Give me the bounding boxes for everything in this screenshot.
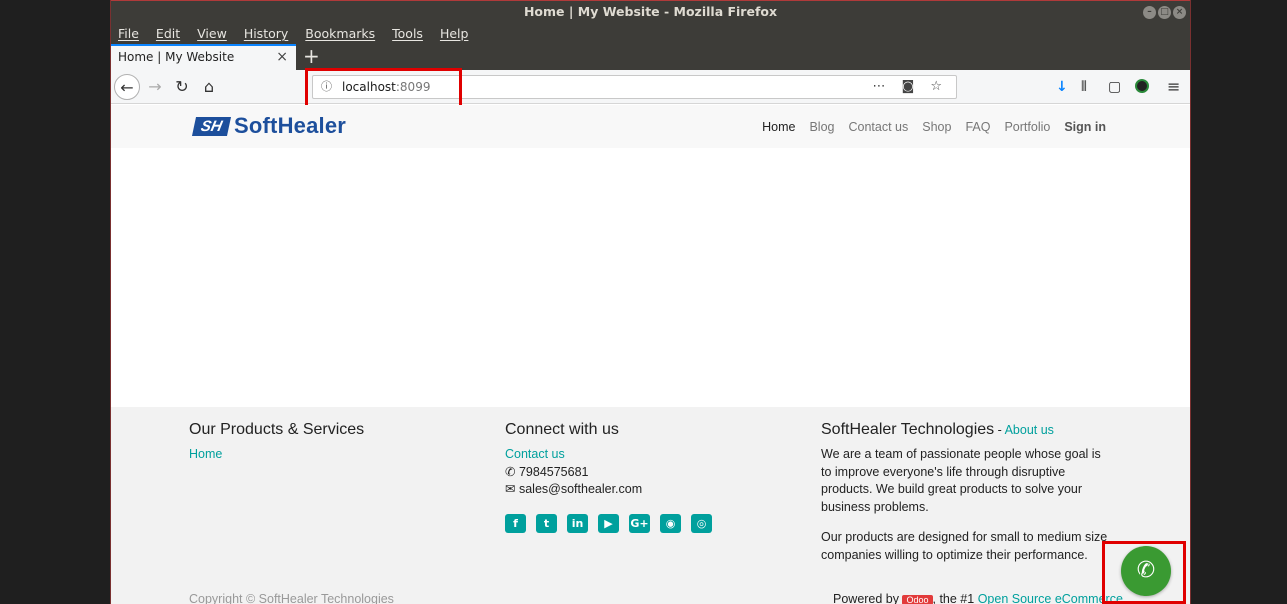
footer-about-heading: SoftHealer Technologies - About us: [821, 421, 1111, 439]
nav-faq[interactable]: FAQ: [965, 120, 990, 134]
url-highlight-box: [305, 68, 462, 108]
url-actions-icon[interactable]: ⋯ ◙ ☆: [872, 76, 948, 98]
tab-bar: Home | My Website × +: [111, 44, 1190, 70]
phone-number: 7984575681: [518, 464, 589, 479]
menu-view[interactable]: View: [197, 23, 235, 44]
phone-icon: ✆: [505, 464, 516, 479]
email-address: sales@softhealer.com: [518, 482, 643, 496]
tab-home[interactable]: Home | My Website ×: [111, 44, 296, 70]
nav-portfolio[interactable]: Portfolio: [1004, 120, 1050, 134]
menu-bookmarks[interactable]: Bookmarks: [305, 23, 383, 44]
twitter-icon[interactable]: t: [536, 513, 557, 533]
footer-connect-heading: Connect with us: [505, 421, 619, 438]
footer-col-products: Our Products & Services Home: [189, 421, 479, 464]
home-button[interactable]: ⌂: [199, 74, 219, 100]
logo-text: SoftHealer: [234, 113, 347, 138]
nav-contact-us[interactable]: Contact us: [848, 120, 908, 134]
footer-email: ✉ sales@softhealer.com: [505, 481, 795, 499]
title-bar: Home | My Website - Mozilla Firefox – □ …: [111, 0, 1190, 23]
footer-link-contact-us[interactable]: Contact us: [505, 446, 795, 464]
copyright-text: Copyright © SoftHealer Technologies: [189, 592, 394, 604]
hamburger-menu-icon[interactable]: ≡: [1167, 78, 1180, 96]
whatsapp-highlight-box: [1102, 541, 1186, 604]
tab-title: Home | My Website: [118, 50, 235, 64]
page-content: [111, 148, 1190, 407]
about-paragraph-1: We are a team of passionate people whose…: [821, 447, 1101, 514]
email-icon: ✉: [505, 482, 516, 496]
menu-tools[interactable]: Tools: [392, 23, 431, 44]
footer-link-home[interactable]: Home: [189, 446, 479, 464]
footer-col-connect: Connect with us Contact us ✆ 7984575681 …: [505, 421, 795, 533]
powered-by: Powered by Odoo, the #1 Open Source eCom…: [833, 592, 1123, 604]
logo-mark: SH: [191, 116, 232, 136]
window-title: Home | My Website - Mozilla Firefox: [523, 4, 778, 19]
sidebar-icon[interactable]: ▢: [1108, 78, 1121, 96]
back-button[interactable]: ←: [114, 74, 140, 100]
menu-edit[interactable]: Edit: [156, 23, 188, 44]
menu-help[interactable]: Help: [440, 23, 477, 44]
site-header: SH SoftHealer Home Blog Contact us Shop …: [111, 105, 1190, 148]
company-name: SoftHealer Technologies: [821, 421, 995, 438]
site-navigation: Home Blog Contact us Shop FAQ Portfolio …: [748, 105, 1106, 148]
github-icon[interactable]: ◉: [660, 513, 681, 533]
download-icon[interactable]: ↓: [1056, 78, 1068, 96]
navigation-toolbar: ← → ↻ ⌂ ⓘ localhost:8099 ⋯ ◙ ☆ ↓ ⫴ ▢ ≡: [111, 70, 1190, 104]
close-window-icon[interactable]: ×: [1173, 6, 1186, 19]
tab-close-icon[interactable]: ×: [276, 46, 288, 68]
maximize-icon[interactable]: □: [1158, 6, 1171, 19]
google-plus-icon[interactable]: G+: [629, 513, 650, 533]
powered-mid: , the #1: [932, 592, 978, 604]
softhealer-logo[interactable]: SH SoftHealer: [191, 113, 347, 138]
extension-icon[interactable]: [1135, 79, 1149, 93]
social-icons: f t in ▶ G+ ◉ ◎: [505, 513, 795, 533]
youtube-icon[interactable]: ▶: [598, 513, 619, 533]
nav-shop[interactable]: Shop: [922, 120, 951, 134]
facebook-icon[interactable]: f: [505, 513, 526, 533]
forward-button[interactable]: →: [145, 74, 165, 100]
footer-col-about: SoftHealer Technologies - About us We ar…: [821, 421, 1111, 564]
minimize-icon[interactable]: –: [1143, 6, 1156, 19]
instagram-icon[interactable]: ◎: [691, 513, 712, 533]
sign-in-link[interactable]: Sign in: [1064, 120, 1106, 134]
about-paragraph-2: Our products are designed for small to m…: [821, 530, 1108, 562]
nav-blog[interactable]: Blog: [809, 120, 834, 134]
linkedin-icon[interactable]: in: [567, 513, 588, 533]
about-us-link[interactable]: About us: [1005, 423, 1054, 437]
browser-window: Home | My Website - Mozilla Firefox – □ …: [110, 0, 1191, 604]
reload-button[interactable]: ↻: [172, 74, 192, 100]
site-footer: Our Products & Services Home Connect wit…: [111, 407, 1190, 604]
menu-file[interactable]: File: [118, 23, 147, 44]
library-icon[interactable]: ⫴: [1081, 78, 1087, 96]
footer-products-heading: Our Products & Services: [189, 421, 365, 438]
menu-bar: File Edit View History Bookmarks Tools H…: [111, 23, 1190, 44]
powered-prefix: Powered by: [833, 592, 903, 604]
nav-home[interactable]: Home: [762, 120, 795, 134]
new-tab-button[interactable]: +: [303, 44, 320, 68]
odoo-badge[interactable]: Odoo: [902, 595, 933, 604]
menu-history[interactable]: History: [244, 23, 296, 44]
heading-separator: -: [994, 423, 1005, 437]
footer-phone: ✆ 7984575681: [505, 464, 795, 482]
